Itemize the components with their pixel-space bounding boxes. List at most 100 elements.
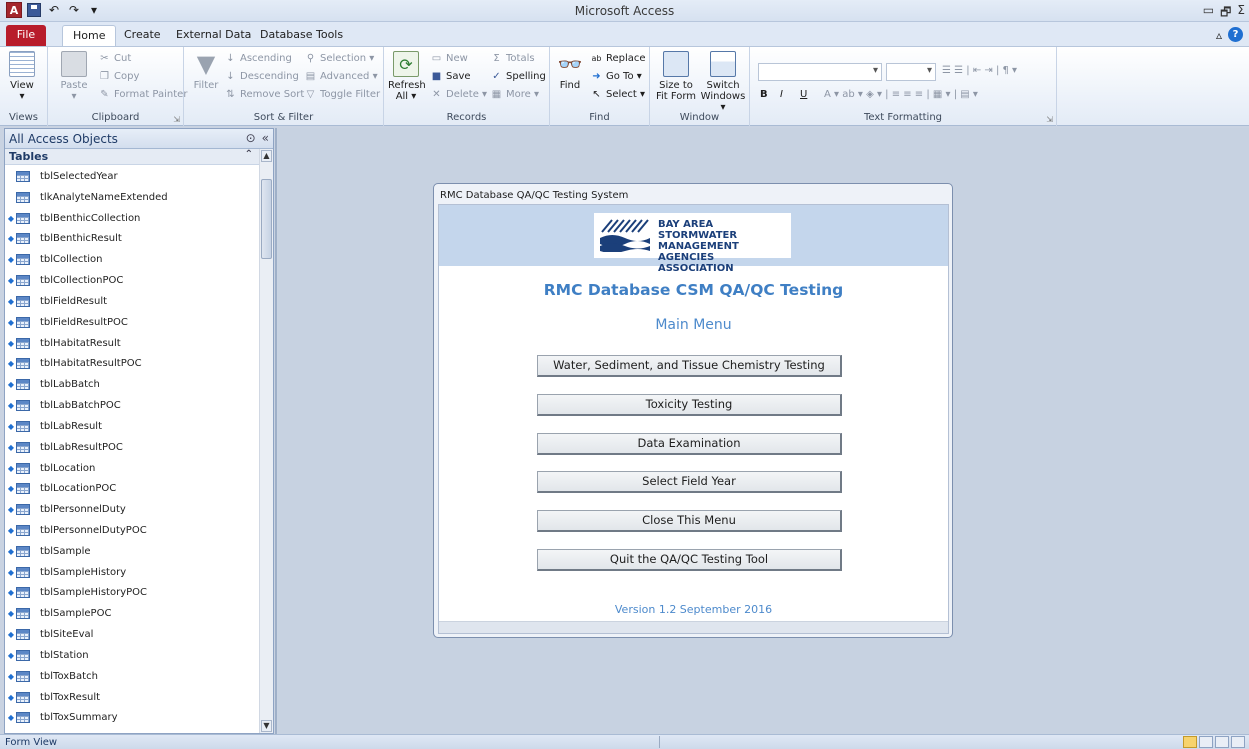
- nav-item-table[interactable]: ◆ tblFieldResult: [5, 291, 259, 312]
- font-name-combo[interactable]: [758, 63, 882, 81]
- spelling-button[interactable]: ✓ Spelling: [490, 69, 546, 85]
- nav-item-table[interactable]: ◆ tblPersonnelDuty: [5, 499, 259, 520]
- layout-view-icon[interactable]: [1215, 736, 1229, 748]
- tab-create[interactable]: Create: [114, 25, 171, 46]
- ascending-button[interactable]: ↓ Ascending: [224, 51, 292, 67]
- help-icon[interactable]: ?: [1228, 27, 1243, 42]
- table-icon: [16, 254, 30, 266]
- minimize-button[interactable]: ▭: [1203, 3, 1214, 24]
- copy-button[interactable]: ❐ Copy: [98, 69, 139, 85]
- refresh-all-button[interactable]: ⟳ Refresh All ▾: [388, 51, 426, 102]
- font-size-combo[interactable]: [886, 63, 936, 81]
- nav-section-tables[interactable]: Tables ⌃: [5, 149, 259, 165]
- selection-button[interactable]: ⚲ Selection ▾: [304, 51, 374, 67]
- restore-button[interactable]: 🗗: [1220, 3, 1231, 24]
- goto-button[interactable]: ➜ Go To ▾: [590, 69, 641, 85]
- linked-table-icon: ◆: [7, 588, 15, 598]
- nav-item-table[interactable]: ◆ tblLabBatchPOC: [5, 395, 259, 416]
- scroll-up-icon[interactable]: ▲: [261, 150, 272, 162]
- replace-button[interactable]: ab Replace: [590, 51, 646, 67]
- nav-item-table[interactable]: ◆ tblLocation: [5, 458, 259, 479]
- menu-button-4[interactable]: Select Field Year: [537, 471, 842, 493]
- scroll-down-icon[interactable]: ▼: [261, 720, 272, 732]
- tab-external-data[interactable]: External Data: [166, 25, 261, 46]
- nav-item-table[interactable]: ◆ tblToxResult: [5, 687, 259, 708]
- tab-file[interactable]: File: [6, 25, 46, 46]
- nav-scrollbar[interactable]: ▲ ▼: [259, 149, 273, 733]
- menu-button-6[interactable]: Quit the QA/QC Testing Tool: [537, 549, 842, 571]
- text-formatting-launcher-icon[interactable]: ⇲: [1046, 115, 1053, 124]
- collapse-section-icon[interactable]: ⌃: [245, 149, 253, 160]
- italic-button[interactable]: I: [780, 87, 783, 103]
- funnel-icon: ▼: [196, 49, 216, 78]
- nav-item-table[interactable]: ◆ tblCollection: [5, 249, 259, 270]
- nav-item-table[interactable]: ◆ tblCollectionPOC: [5, 270, 259, 291]
- font-color-button[interactable]: A ▾ ab ▾ ◈ ▾ | ≡ ≡ ≡ | ▦ ▾ | ▤ ▾: [824, 87, 978, 103]
- nav-item-table[interactable]: ◆ tblSampleHistoryPOC: [5, 583, 259, 604]
- cut-button[interactable]: ✂ Cut: [98, 51, 131, 67]
- collapse-ribbon-icon[interactable]: ▵: [1216, 28, 1222, 42]
- nav-item-table[interactable]: ◆ tblLabResultPOC: [5, 437, 259, 458]
- nav-item-table[interactable]: tlkAnalyteNameExtended: [5, 187, 259, 208]
- nav-item-table[interactable]: ◆ tblLabBatch: [5, 374, 259, 395]
- toggle-filter-button[interactable]: ▽ Toggle Filter: [304, 87, 380, 103]
- nav-item-label: tblSample: [40, 545, 91, 557]
- filter-button[interactable]: ▼ Filter: [188, 49, 224, 92]
- nav-item-table[interactable]: ◆ tblSampleHistory: [5, 562, 259, 583]
- menu-button-3[interactable]: Data Examination: [537, 433, 842, 455]
- remove-sort-icon: ⇅: [226, 89, 235, 100]
- remove-sort-button[interactable]: ⇅ Remove Sort: [224, 87, 304, 103]
- tab-home[interactable]: Home: [62, 25, 117, 46]
- nav-item-table[interactable]: ◆ tblLabResult: [5, 416, 259, 437]
- pane-splitter[interactable]: [275, 128, 277, 734]
- bold-button[interactable]: B: [760, 87, 768, 103]
- nav-item-table[interactable]: ◆ tblHabitatResult: [5, 333, 259, 354]
- nav-item-table[interactable]: ◆ tblToxBatch: [5, 666, 259, 687]
- nav-item-table[interactable]: tblSelectedYear: [5, 166, 259, 187]
- delete-record-button[interactable]: ✕ Delete ▾: [430, 87, 487, 103]
- menu-button-1[interactable]: Water, Sediment, and Tissue Chemistry Te…: [537, 355, 842, 377]
- form-view-icon[interactable]: [1183, 736, 1197, 748]
- nav-menu-chevron-icon[interactable]: ⊙: [246, 131, 256, 145]
- underline-button[interactable]: U: [800, 87, 807, 103]
- nav-pane-header[interactable]: All Access Objects ⊙ «: [5, 129, 273, 149]
- new-record-button[interactable]: ▭ New: [430, 51, 468, 67]
- view-button[interactable]: View ▾: [4, 51, 40, 102]
- nav-item-table[interactable]: ◆ tblSamplePOC: [5, 603, 259, 624]
- size-to-fit-button[interactable]: Size to Fit Form: [654, 51, 698, 102]
- linked-table-icon: ◆: [7, 650, 15, 660]
- more-button[interactable]: ▦ More ▾: [490, 87, 539, 103]
- nav-item-table[interactable]: ◆ tblBenthicResult: [5, 228, 259, 249]
- nav-item-table[interactable]: ◆ tblBenthicCollection: [5, 208, 259, 229]
- nav-item-table[interactable]: ◆ tblPersonnelDutyPOC: [5, 520, 259, 541]
- switch-windows-button[interactable]: Switch Windows ▾: [700, 51, 746, 113]
- nav-item-table[interactable]: ◆ tblSample: [5, 541, 259, 562]
- descending-button[interactable]: ↓ Descending: [224, 69, 299, 85]
- design-view-icon[interactable]: [1231, 736, 1245, 748]
- nav-item-table[interactable]: ◆ tblStation: [5, 645, 259, 666]
- nav-item-table[interactable]: ◆ tblToxSummary: [5, 708, 259, 729]
- datasheet-view-icon[interactable]: [1199, 736, 1213, 748]
- nav-item-table[interactable]: ◆ tblFieldResultPOC: [5, 312, 259, 333]
- totals-button[interactable]: Σ Totals: [490, 51, 534, 67]
- clipboard-launcher-icon[interactable]: ⇲: [173, 115, 180, 124]
- bullets-icon[interactable]: ☰ ☰ | ⇤ ⇥ | ¶ ▾: [942, 63, 1017, 79]
- linked-table-icon: ◆: [7, 296, 15, 306]
- tab-database-tools[interactable]: Database Tools: [250, 25, 353, 46]
- nav-item-table[interactable]: ◆ tblHabitatResultPOC: [5, 353, 259, 374]
- menu-button-2[interactable]: Toxicity Testing: [537, 394, 842, 416]
- advanced-button[interactable]: ▤ Advanced ▾: [304, 69, 378, 85]
- select-button[interactable]: ↖ Select ▾: [590, 87, 645, 103]
- shutter-bar-close-icon[interactable]: «: [262, 131, 269, 145]
- find-button[interactable]: 👓 Find: [552, 51, 588, 92]
- paste-button[interactable]: Paste ▾: [56, 51, 92, 102]
- close-button[interactable]: Σ: [1237, 3, 1245, 24]
- table-icon: [16, 212, 30, 224]
- save-record-button[interactable]: ■ Save: [430, 69, 471, 85]
- nav-item-table[interactable]: ◆ tblLocationPOC: [5, 478, 259, 499]
- version-label: Version 1.2 September 2016: [614, 603, 773, 616]
- scroll-thumb[interactable]: [261, 179, 272, 259]
- menu-button-5[interactable]: Close This Menu: [537, 510, 842, 532]
- format-painter-button[interactable]: ✎ Format Painter: [98, 87, 187, 103]
- nav-item-table[interactable]: ◆ tblSiteEval: [5, 624, 259, 645]
